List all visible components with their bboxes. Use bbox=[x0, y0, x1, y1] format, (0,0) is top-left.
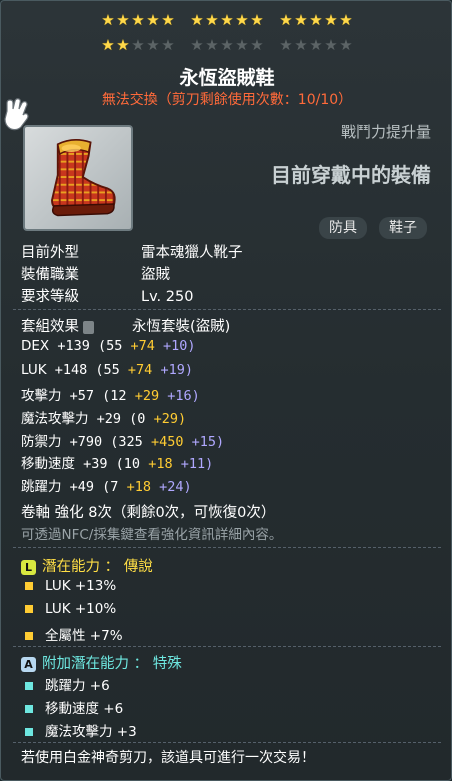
set-effect-label: 套組效果 bbox=[21, 319, 79, 335]
stat-row-magic-attack: 魔法攻擊力 +29 (0 +29) bbox=[21, 407, 186, 427]
combat-power-status: 目前穿戴中的裝備 bbox=[271, 163, 431, 187]
stat-bonus-star: +15) bbox=[191, 434, 225, 450]
stat-name: 魔法攻擊力 bbox=[21, 411, 89, 427]
stat-base: (55 bbox=[97, 338, 123, 354]
stat-row-dex: DEX +139 (55 +74 +10) bbox=[21, 338, 196, 354]
divider bbox=[13, 646, 441, 647]
potential-line-text: LUK +10% bbox=[45, 601, 117, 617]
potential-line: LUK +10% bbox=[25, 601, 116, 617]
star-force-row-2: ★ ★ ★ ★ ★ ★ ★ ★ ★ ★ ★ ★ ★ ★ ★ bbox=[101, 36, 353, 54]
additional-badge-icon: A bbox=[21, 656, 36, 672]
additional-line: 移動速度 +6 bbox=[25, 697, 123, 717]
combat-power-label: 戰鬥力提升量 bbox=[340, 123, 431, 141]
stat-row-luk: LUK +148 (55 +74 +19) bbox=[21, 362, 193, 378]
stat-name: 跳躍力 bbox=[21, 479, 62, 495]
stat-total: +29 bbox=[96, 411, 122, 427]
stat-bonus-star: +24) bbox=[159, 479, 192, 495]
info-label: 裝備職業 bbox=[21, 267, 79, 283]
enhance-hint: 可透過NFC/採集鍵查看強化資訊詳細內容。 bbox=[21, 527, 283, 543]
set-effect-value: 永恆套裝(盜賊) bbox=[132, 319, 231, 335]
footer-note: 若使用白金神奇剪刀，該道具可進行一次交易！ bbox=[21, 750, 315, 766]
stat-total: +139 bbox=[57, 338, 90, 354]
stat-bonus-star: +10) bbox=[163, 338, 196, 354]
stat-total: +790 bbox=[69, 434, 103, 450]
stat-total: +148 bbox=[54, 362, 88, 378]
item-icon-frame bbox=[23, 125, 133, 231]
potential-title: 潛在能力 ： 傳說 bbox=[42, 559, 153, 575]
set-effect-row[interactable]: 套組效果 永恆套裝(盜賊) bbox=[21, 315, 230, 336]
info-value: Lv. 250 bbox=[141, 289, 194, 305]
stat-base: (12 bbox=[102, 388, 127, 404]
enhance-info: 卷軸 強化 8次（剩餘0次，可恢復0次） bbox=[21, 505, 276, 521]
stat-bonus-flame: +29 bbox=[134, 388, 160, 404]
additional-potential-title: 附加潛在能力 ： 特殊 bbox=[42, 656, 182, 672]
info-label: 目前外型 bbox=[21, 245, 79, 261]
stat-bonus-flame: +29) bbox=[153, 411, 187, 427]
potential-header: L 潛在能力 ： 傳說 bbox=[21, 555, 153, 576]
star-force-row-1: ★ ★ ★ ★ ★ ★ ★ ★ ★ ★ ★ ★ ★ ★ ★ bbox=[101, 11, 353, 29]
divider bbox=[13, 309, 441, 310]
additional-line-text: 跳躍力 +6 bbox=[45, 678, 110, 694]
bullet-icon bbox=[25, 728, 33, 736]
stat-bonus-star: +19) bbox=[160, 362, 193, 378]
info-row-appearance: 目前外型 雷本魂獵人靴子 bbox=[21, 241, 243, 262]
bullet-icon bbox=[25, 632, 33, 640]
stat-bonus-flame: +18 bbox=[126, 479, 151, 495]
stat-bonus-flame: +74 bbox=[130, 338, 155, 354]
legendary-badge-icon: L bbox=[21, 559, 36, 575]
stat-total: +49 bbox=[69, 479, 95, 495]
stat-name: DEX bbox=[21, 338, 50, 354]
stat-bonus-flame: +18 bbox=[148, 456, 173, 472]
divider bbox=[13, 547, 441, 548]
stat-bonus-flame: +74 bbox=[127, 362, 153, 378]
stat-base: (325 bbox=[110, 434, 143, 450]
stat-base: (0 bbox=[129, 411, 146, 427]
stat-total: +57 bbox=[69, 388, 95, 404]
boot-icon bbox=[51, 138, 116, 217]
info-label: 要求等級 bbox=[21, 289, 79, 305]
additional-line: 跳躍力 +6 bbox=[25, 674, 110, 694]
info-value: 盜賊 bbox=[141, 267, 170, 283]
additional-line-text: 移動速度 +6 bbox=[45, 701, 124, 717]
potential-line: 全屬性 +7% bbox=[25, 624, 123, 644]
stat-name: LUK bbox=[21, 362, 47, 378]
stat-row-speed: 移動速度 +39 (10 +18 +11) bbox=[21, 452, 213, 472]
tag-armor: 防具 bbox=[319, 217, 367, 239]
stat-row-defense: 防禦力 +790 (325 +450 +15) bbox=[21, 430, 224, 450]
bullet-icon bbox=[25, 682, 33, 690]
stat-base: (7 bbox=[102, 479, 119, 495]
divider bbox=[13, 742, 441, 743]
bullet-icon bbox=[25, 605, 33, 613]
additional-line: 魔法攻擊力 +3 bbox=[25, 720, 137, 740]
item-tooltip: ★ ★ ★ ★ ★ ★ ★ ★ ★ ★ ★ ★ ★ ★ ★ ★ ★ ★ ★ ★ ★ ★ ★ ★ ★ ★ ★ ★ ★ ★ 永恆盜賊鞋 無法… bbox=[0, 0, 452, 781]
tag-shoes: 鞋子 bbox=[379, 217, 427, 239]
info-row-level: 要求等級 Lv. 250 bbox=[21, 285, 193, 306]
stat-name: 防禦力 bbox=[21, 434, 62, 450]
stat-base: (55 bbox=[95, 362, 120, 378]
lock-icon bbox=[83, 320, 94, 334]
potential-line-text: LUK +13% bbox=[45, 578, 117, 594]
stat-bonus-flame: +450 bbox=[150, 434, 184, 450]
info-row-job: 裝備職業 盜賊 bbox=[21, 263, 170, 284]
additional-potential-header: A 附加潛在能力 ： 特殊 bbox=[21, 652, 182, 673]
stat-name: 移動速度 bbox=[21, 456, 75, 472]
additional-line-text: 魔法攻擊力 +3 bbox=[45, 724, 137, 740]
bullet-icon bbox=[25, 582, 33, 590]
stat-total: +39 bbox=[83, 456, 108, 472]
potential-line: LUK +13% bbox=[25, 578, 116, 594]
trade-restriction: 無法交換（剪刀剩餘使用次數：10/10） bbox=[101, 92, 353, 108]
stat-row-attack: 攻擊力 +57 (12 +29 +16) bbox=[21, 384, 200, 404]
bullet-icon bbox=[25, 705, 33, 713]
stat-base: (10 bbox=[115, 456, 141, 472]
stat-bonus-star: +16) bbox=[167, 388, 200, 404]
stat-row-jump: 跳躍力 +49 (7 +18 +24) bbox=[21, 475, 192, 495]
stat-name: 攻擊力 bbox=[21, 388, 62, 404]
info-value: 雷本魂獵人靴子 bbox=[141, 245, 243, 261]
item-name: 永恆盜賊鞋 bbox=[179, 67, 275, 89]
stat-bonus-star: +11) bbox=[180, 456, 214, 472]
potential-line-text: 全屬性 +7% bbox=[45, 628, 123, 644]
